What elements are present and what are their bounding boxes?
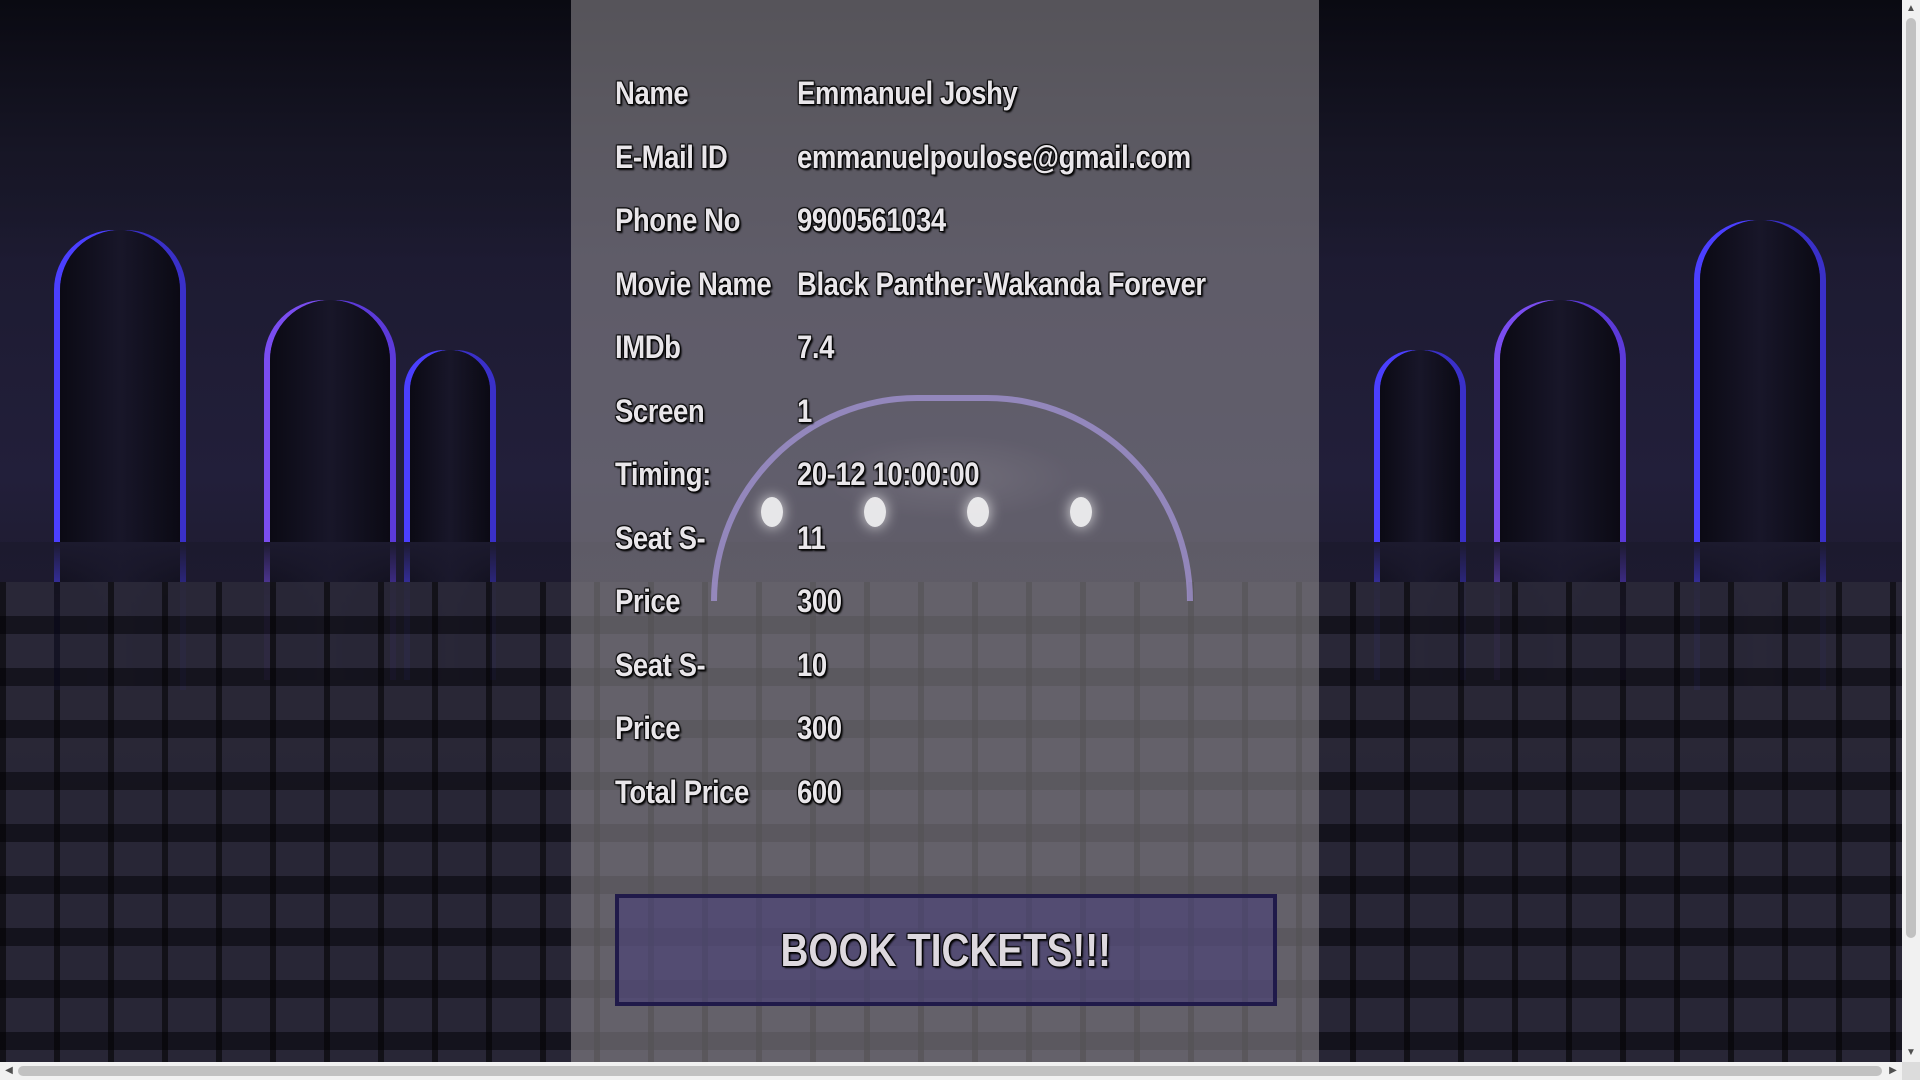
detail-value: Black Panther:Wakanda Forever <box>797 265 1206 302</box>
horizontal-scroll-thumb[interactable] <box>18 1066 1882 1076</box>
detail-value: 600 <box>797 773 842 810</box>
detail-row-total-price: Total Price 600 <box>615 761 1272 825</box>
detail-row-timing: Timing: 20-12 10:00:00 <box>615 443 1272 507</box>
vertical-scroll-thumb[interactable] <box>1906 18 1916 938</box>
scroll-left-arrow-icon[interactable]: ◀ <box>0 1062 18 1080</box>
detail-row-name: Name Emmanuel Joshy <box>615 62 1272 126</box>
detail-label: Timing: <box>615 456 711 493</box>
detail-row-email: E-Mail ID emmanuelpoulose@gmail.com <box>615 126 1272 190</box>
detail-row-screen: Screen 1 <box>615 380 1272 444</box>
detail-row-movie-name: Movie Name Black Panther:Wakanda Forever <box>615 253 1272 317</box>
scroll-up-arrow-icon[interactable]: ▲ <box>1902 0 1920 18</box>
detail-value: 7.4 <box>797 329 834 366</box>
detail-row-price: Price 300 <box>615 697 1272 761</box>
booking-summary-panel: Name Emmanuel Joshy E-Mail ID emmanuelpo… <box>571 0 1319 1062</box>
horizontal-scrollbar[interactable]: ◀ ▶ <box>0 1062 1902 1080</box>
detail-row-seat: Seat S- 10 <box>615 634 1272 698</box>
detail-value: emmanuelpoulose@gmail.com <box>797 138 1191 175</box>
detail-row-imdb: IMDb 7.4 <box>615 316 1272 380</box>
book-tickets-button[interactable]: BOOK TICKETS!!! <box>615 894 1277 1006</box>
detail-row-phone: Phone No 9900561034 <box>615 189 1272 253</box>
detail-label: Total Price <box>615 773 749 810</box>
detail-value: 300 <box>797 583 842 620</box>
detail-row-price: Price 300 <box>615 570 1272 634</box>
detail-label: Price <box>615 710 681 747</box>
detail-label: Price <box>615 583 681 620</box>
scroll-down-arrow-icon[interactable]: ▼ <box>1902 1044 1920 1062</box>
booking-details: Name Emmanuel Joshy E-Mail ID emmanuelpo… <box>615 62 1272 824</box>
detail-label: Name <box>615 75 689 112</box>
scroll-right-arrow-icon[interactable]: ▶ <box>1884 1062 1902 1080</box>
detail-row-seat: Seat S- 11 <box>615 507 1272 571</box>
detail-value: 300 <box>797 710 842 747</box>
detail-value: 11 <box>797 519 826 556</box>
book-tickets-label: BOOK TICKETS!!! <box>780 924 1112 976</box>
page-viewport: Name Emmanuel Joshy E-Mail ID emmanuelpo… <box>0 0 1902 1062</box>
detail-label: Phone No <box>615 202 740 239</box>
detail-value: 9900561034 <box>797 202 946 239</box>
detail-label: Movie Name <box>615 265 772 302</box>
detail-label: Screen <box>615 392 705 429</box>
detail-label: IMDb <box>615 329 681 366</box>
detail-value: 10 <box>797 646 827 683</box>
detail-label: Seat S- <box>615 519 706 556</box>
detail-value: Emmanuel Joshy <box>797 75 1018 112</box>
vertical-scrollbar[interactable]: ▲ ▼ <box>1902 0 1920 1062</box>
detail-value: 20-12 10:00:00 <box>797 456 980 493</box>
detail-label: E-Mail ID <box>615 138 728 175</box>
scrollbar-corner <box>1902 1062 1920 1080</box>
detail-label: Seat S- <box>615 646 706 683</box>
detail-value: 1 <box>797 392 812 429</box>
